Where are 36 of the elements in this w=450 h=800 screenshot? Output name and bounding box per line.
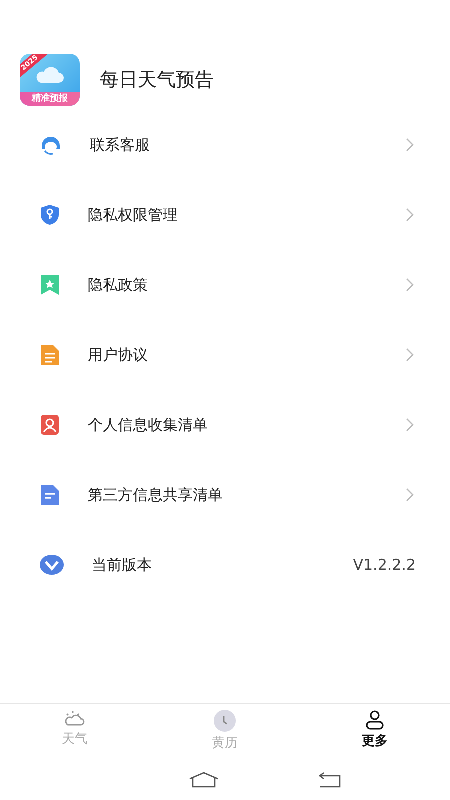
menu-label: 联系客服 (90, 136, 151, 154)
menu-label: 隐私权限管理 (88, 206, 179, 224)
home-icon[interactable] (189, 772, 219, 788)
logo-banner: 精准预报 (20, 92, 80, 106)
menu-item[interactable]: 隐私权限管理 (0, 180, 450, 250)
person-icon (40, 414, 60, 436)
chevron-icon (406, 348, 414, 362)
headset-icon (40, 134, 62, 156)
menu-label: 当前版本 (92, 556, 153, 574)
menu-item[interactable]: 用户协议 (0, 320, 450, 390)
bookmark-icon (40, 274, 60, 296)
chevron-icon (406, 418, 414, 432)
document-icon (40, 484, 60, 506)
menu-item[interactable]: 隐私政策 (0, 250, 450, 320)
menu-label: 隐私政策 (88, 276, 149, 294)
back-icon[interactable] (319, 772, 341, 788)
chevron-icon (406, 488, 414, 502)
person-icon (365, 710, 385, 730)
document-icon (40, 344, 60, 366)
menu-label: 用户协议 (88, 346, 149, 364)
tab[interactable]: 更多 (300, 710, 450, 760)
chevron-icon (406, 278, 414, 292)
version-number: V1.2.2.2 (353, 556, 416, 574)
menu-label: 第三方信息共享清单 (88, 486, 224, 504)
menu-item[interactable]: 联系客服 (0, 110, 450, 180)
menu-item[interactable]: 当前版本 V1.2.2.2 (0, 530, 450, 600)
app-name: 每日天气预告 (100, 68, 214, 93)
menu-item[interactable]: 个人信息收集清单 (0, 390, 450, 460)
cloud-sun-icon (64, 710, 86, 728)
shield-icon (40, 204, 60, 226)
version-icon (40, 555, 64, 575)
chevron-icon (406, 208, 414, 222)
menu-item[interactable]: 第三方信息共享清单 (0, 460, 450, 530)
menu-label: 个人信息收集清单 (88, 416, 209, 434)
chevron-icon (406, 138, 414, 152)
clock-icon (214, 710, 236, 732)
